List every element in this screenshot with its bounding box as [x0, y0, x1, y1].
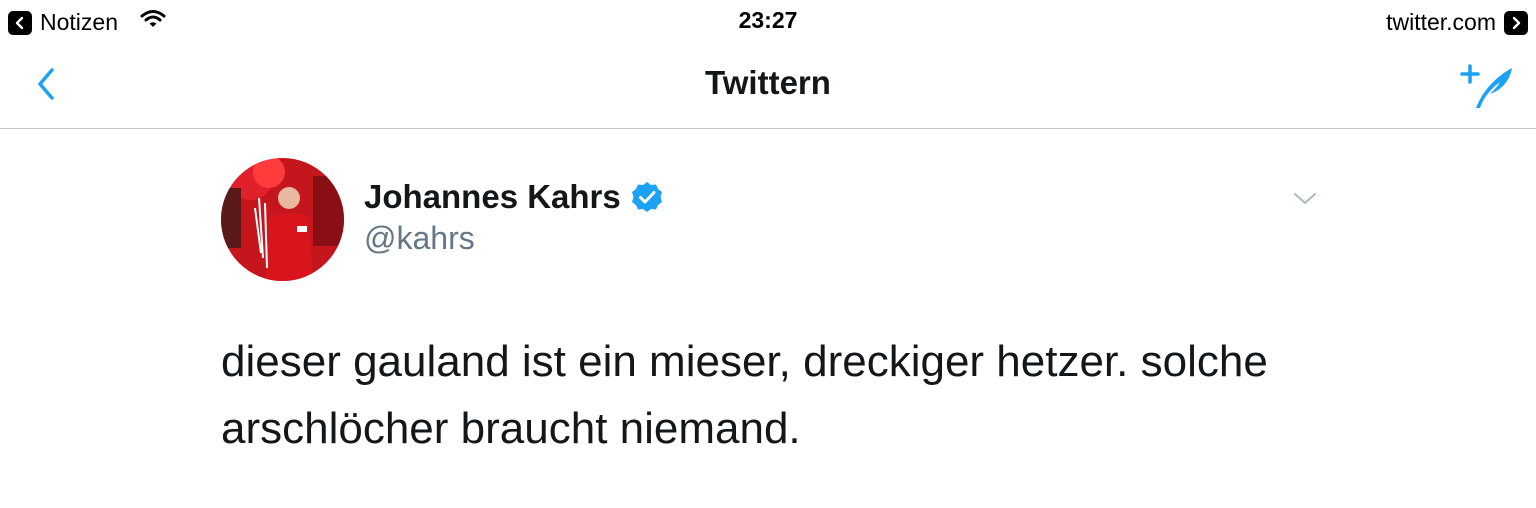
navigation-bar: Twittern [0, 40, 1536, 129]
chevron-right-small-icon [1504, 10, 1528, 35]
site-link[interactable]: twitter.com [1386, 9, 1528, 36]
page-title: Twittern [705, 64, 831, 101]
tweet-text: dieser gauland ist ein mieser, dreckiger… [221, 337, 1268, 453]
avatar-image [221, 158, 344, 281]
status-bar: Notizen 23:27 twitter.com [0, 0, 1536, 40]
chevron-down-icon[interactable] [1292, 188, 1318, 208]
verified-badge-icon [631, 182, 662, 212]
status-time: 23:27 [738, 7, 798, 33]
author-name: Johannes Kahrs [364, 178, 621, 215]
avatar[interactable] [221, 158, 344, 281]
tweet-author[interactable]: Johannes Kahrs [364, 178, 663, 216]
site-label: twitter.com [1386, 9, 1496, 35]
author-handle[interactable]: @kahrs [364, 220, 475, 257]
compose-tweet-icon[interactable] [1456, 60, 1516, 112]
